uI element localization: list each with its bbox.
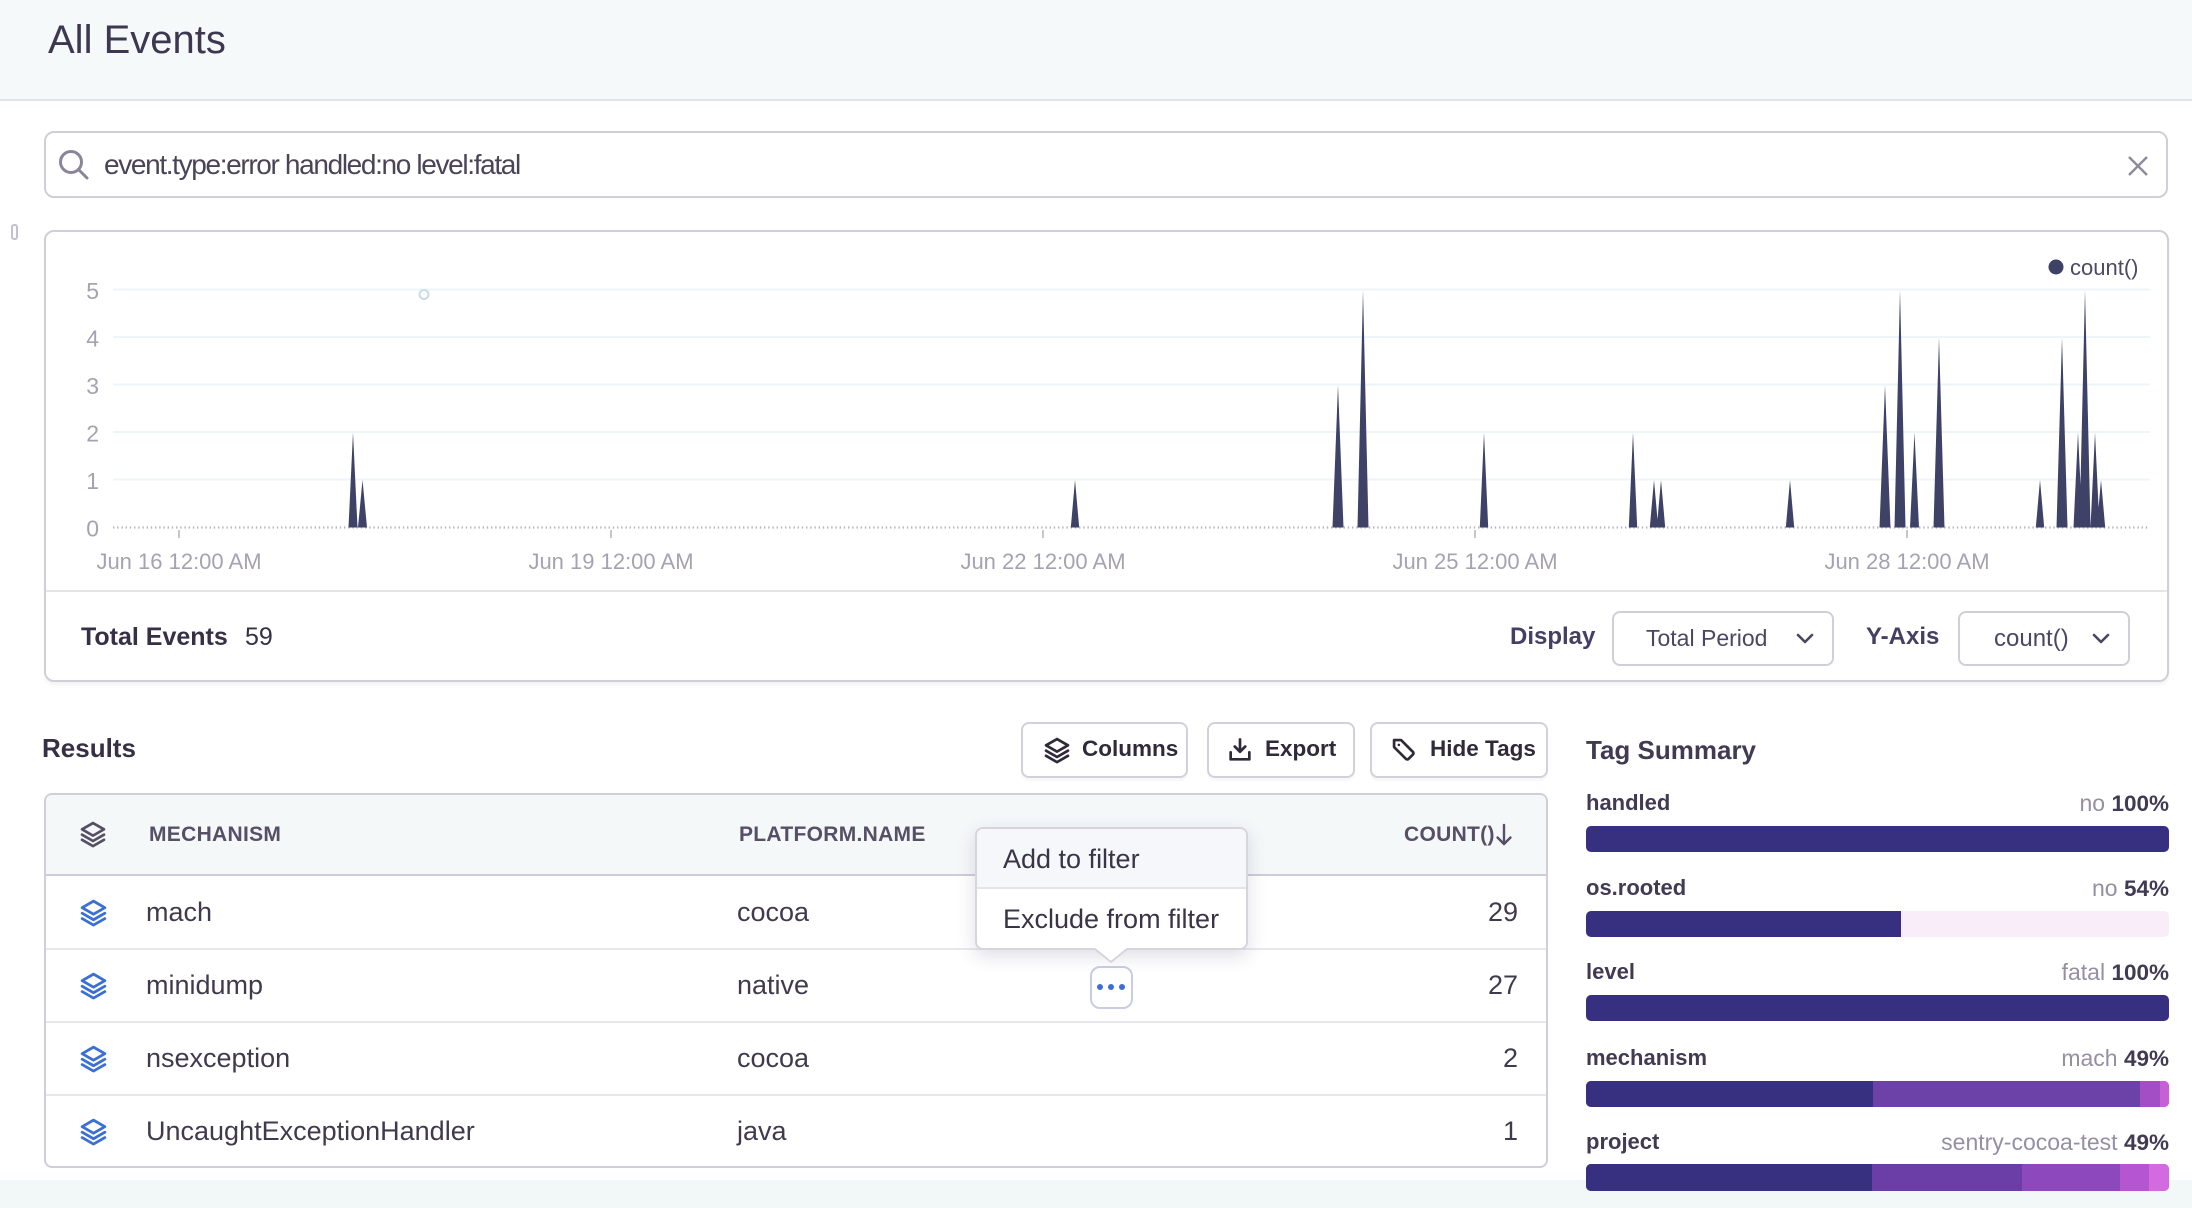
svg-text:Jun 16 12:00 AM: Jun 16 12:00 AM (96, 549, 261, 574)
svg-text:Jun 25 12:00 AM: Jun 25 12:00 AM (1392, 549, 1557, 574)
svg-text:Jun 28 12:00 AM: Jun 28 12:00 AM (1824, 549, 1989, 574)
svg-text:Jun 22 12:00 AM: Jun 22 12:00 AM (960, 549, 1125, 574)
svg-text:count(): count() (2070, 255, 2138, 280)
svg-text:Jun 19 12:00 AM: Jun 19 12:00 AM (528, 549, 693, 574)
svg-text:5: 5 (86, 278, 99, 304)
svg-text:0: 0 (86, 516, 99, 542)
svg-text:1: 1 (86, 468, 99, 494)
svg-text:2: 2 (86, 421, 99, 447)
svg-text:3: 3 (86, 373, 99, 399)
svg-text:4: 4 (86, 326, 99, 352)
